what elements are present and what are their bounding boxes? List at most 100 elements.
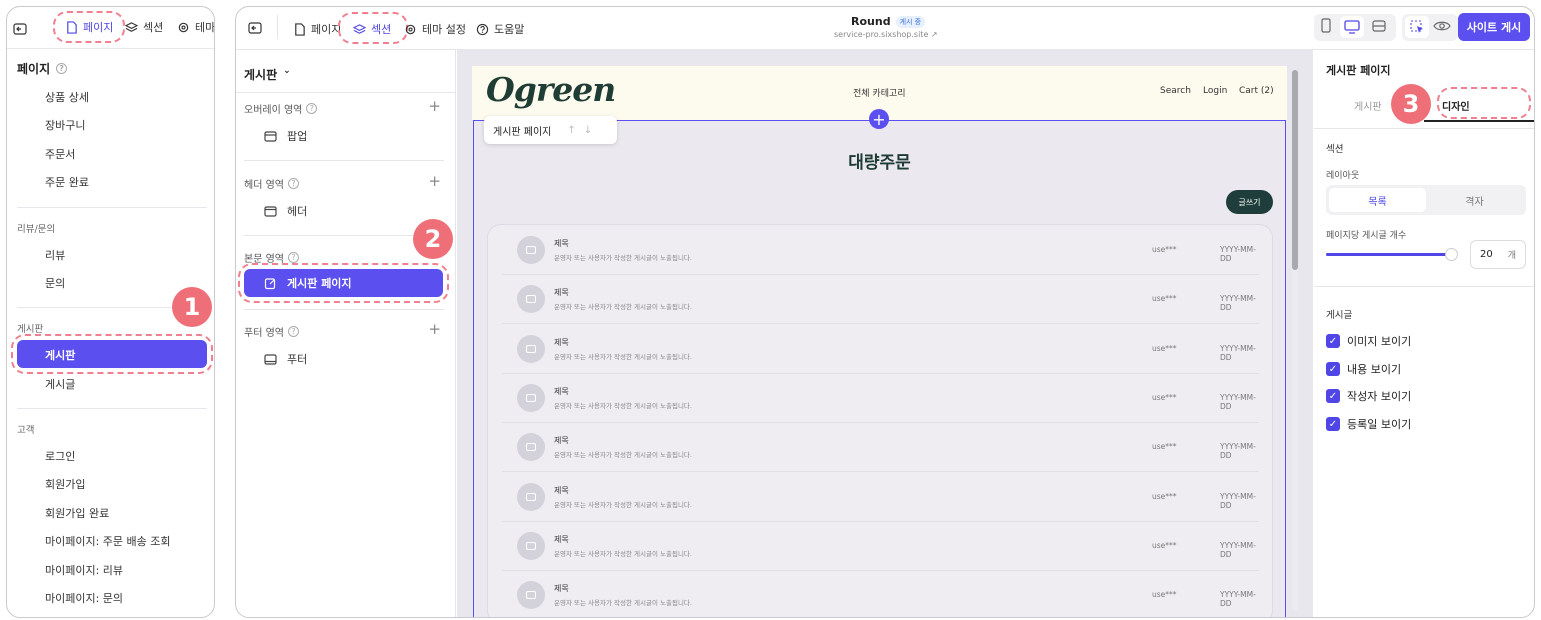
move-up-icon[interactable]: ↑ (567, 125, 575, 136)
table-row[interactable]: 제목 운영자 또는 사용자가 작성한 게시글이 노출됩니다. use*** YYYY-… (502, 324, 1259, 374)
tab-board[interactable]: 게시판 (1354, 98, 1382, 113)
row-description: 운영자 또는 사용자가 작성한 게시글이 노출됩니다. (554, 549, 692, 558)
per-page-label: 페이지당 게시글 개수 (1326, 231, 1407, 241)
layout-grid-option[interactable]: 격자 (1426, 188, 1523, 212)
checkbox-show-image[interactable]: ✓ 이미지 보이기 (1326, 333, 1411, 349)
add-section-icon[interactable]: + (428, 97, 441, 115)
desktop-icon[interactable] (1340, 16, 1364, 38)
site-logo[interactable]: Ogreen (486, 70, 616, 109)
nav-categories[interactable]: 전체 카테고리 (853, 86, 906, 99)
move-down-icon[interactable]: ↓ (584, 125, 592, 136)
header-icon (264, 205, 277, 217)
fullwidth-icon[interactable] (1371, 18, 1387, 38)
table-row[interactable]: 제목 운영자 또는 사용자가 작성한 게시글이 노출됩니다. use*** YYYY-… (502, 570, 1259, 617)
row-author: use*** (1152, 442, 1177, 452)
page-item[interactable]: 마이페이지: 리뷰 (45, 562, 123, 578)
select-cursor-icon[interactable] (1405, 16, 1429, 38)
image-placeholder-icon (517, 581, 545, 610)
help-icon[interactable]: ? (287, 178, 299, 189)
add-section-plus-icon[interactable]: + (869, 109, 889, 129)
row-author: use*** (1152, 245, 1177, 254)
add-section-icon[interactable]: + (428, 172, 441, 190)
row-date: YYYY-MM-DD (1220, 245, 1256, 263)
layout-list-option[interactable]: 목록 (1329, 188, 1426, 212)
image-placeholder-icon (517, 482, 545, 511)
theme-settings-tab[interactable]: 테마 설정 (404, 21, 466, 37)
table-row[interactable]: 제목 운영자 또는 사용자가 작성한 게시글이 노출됩니다. use*** YYYY-… (502, 422, 1259, 473)
page-select[interactable]: 게시판 ⌄ (244, 66, 291, 83)
help-icon[interactable]: ? (287, 326, 299, 337)
chevron-down-icon: ⌄ (283, 66, 291, 76)
image-placeholder-icon (517, 236, 545, 264)
image-placeholder-icon (517, 285, 545, 314)
page-item[interactable]: 회원가입 (45, 476, 85, 492)
page-item[interactable]: 상품 상세 (45, 89, 89, 105)
row-description: 운영자 또는 사용자가 작성한 게시글이 노출됩니다. (554, 500, 692, 509)
checkbox-show-date[interactable]: ✓ 등록일 보이기 (1326, 416, 1411, 432)
back-icon[interactable] (13, 21, 27, 40)
row-date: YYYY-MM-DD (1220, 442, 1256, 461)
row-title: 제목 (554, 436, 569, 446)
editor-window: 페이지 섹션 테마 설정 도움말 Round 게시 중 service-pro.… (235, 6, 1535, 618)
section-item-popup[interactable]: 팝업 (264, 128, 307, 144)
page-item[interactable]: 장바구니 (45, 117, 85, 133)
nav-search[interactable]: Search (1160, 86, 1191, 96)
row-title: 제목 (554, 485, 569, 495)
help-icon[interactable]: ? (56, 63, 68, 74)
divider (244, 160, 444, 161)
page-item[interactable]: 로그인 (45, 448, 75, 464)
row-title: 제목 (554, 288, 569, 298)
mobile-icon[interactable] (1319, 18, 1333, 38)
row-title: 제목 (554, 386, 569, 396)
table-row[interactable]: 제목 운영자 또는 사용자가 작성한 게시글이 노출됩니다. use*** YYYY-… (502, 225, 1259, 275)
write-button[interactable]: 글쓰기 (1226, 190, 1273, 214)
site-title: Round 게시 중 (851, 15, 926, 28)
eye-icon[interactable] (1433, 18, 1451, 38)
section-item-footer[interactable]: 푸터 (264, 351, 307, 367)
help-icon[interactable]: ? (306, 103, 318, 114)
theme-tab[interactable]: 테마 (177, 19, 214, 35)
page-item[interactable]: 문의 (45, 275, 65, 291)
highlight-design-tab (1437, 87, 1531, 119)
nav-cart[interactable]: Cart (2) (1239, 86, 1274, 96)
checkbox-show-author[interactable]: ✓ 작성자 보이기 (1326, 388, 1411, 404)
table-row[interactable]: 제목 운영자 또는 사용자가 작성한 게시글이 노출됩니다. use*** YYYY-… (502, 472, 1259, 522)
per-page-slider[interactable] (1326, 248, 1459, 261)
checkbox-show-content[interactable]: ✓ 내용 보이기 (1326, 361, 1401, 377)
back-icon[interactable] (248, 20, 262, 39)
page-item[interactable]: 마이페이지: 문의 (45, 590, 123, 606)
page-item[interactable]: 게시글 (45, 376, 75, 392)
add-section-icon[interactable]: + (428, 320, 441, 338)
layout-toggle: 목록 격자 (1326, 185, 1526, 215)
page-item[interactable]: 주문 완료 (45, 174, 89, 190)
help-tab[interactable]: 도움말 (476, 21, 524, 37)
sections-tab[interactable]: 섹션 (125, 19, 163, 35)
table-row[interactable]: 제목 운영자 또는 사용자가 작성한 게시글이 노출됩니다. use*** YYYY-… (502, 521, 1259, 571)
page-item[interactable]: 마이페이지: 주문 배송 조회 (45, 533, 171, 549)
table-row[interactable]: 제목 운영자 또는 사용자가 작성한 게시글이 노출됩니다. use*** YYYY-… (502, 373, 1259, 423)
board-heading: 대량주문 (848, 153, 911, 173)
table-row[interactable]: 제목 운영자 또는 사용자가 작성한 게시글이 노출됩니다. use*** YYYY-… (502, 274, 1259, 325)
page-item[interactable]: 회원가입 완료 (45, 505, 109, 521)
help-icon[interactable]: ? (287, 252, 299, 263)
page-item[interactable]: 주문서 (45, 146, 75, 162)
row-author: use*** (1152, 540, 1177, 550)
slider-handle[interactable] (1445, 248, 1459, 261)
site-url[interactable]: service-pro.sixshop.site ↗ (834, 30, 938, 39)
publish-button[interactable]: 사이트 게시 (1458, 13, 1530, 41)
row-author: use*** (1152, 392, 1177, 402)
row-author: use*** (1152, 343, 1177, 353)
pages-tab[interactable]: 페이지 (293, 21, 341, 37)
row-author: use*** (1152, 590, 1177, 600)
scrollbar-thumb[interactable] (1292, 70, 1298, 270)
nav-login[interactable]: Login (1203, 86, 1227, 96)
preview-page: Ogreen 전체 카테고리 Search Login Cart (2) + 게… (472, 66, 1287, 617)
section-item-header[interactable]: 헤더 (264, 203, 307, 219)
per-page-input[interactable]: 20 개 (1470, 240, 1526, 269)
step-badge-2: 2 (413, 219, 453, 259)
row-title: 제목 (554, 534, 569, 544)
page-item[interactable]: 리뷰 (45, 247, 65, 263)
highlight-sections-tab (338, 12, 408, 44)
scrollbar-track[interactable] (1292, 70, 1298, 610)
slider-fill (1326, 253, 1453, 256)
